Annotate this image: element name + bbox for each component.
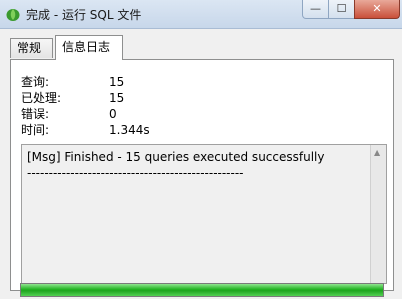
info-log-panel: 查询: 15 已处理: 15 错误: 0 时间: 1.344s [Msg] Fi… [10,59,394,291]
minimize-button[interactable]: — [302,0,329,19]
log-text: [Msg] Finished - 15 queries executed suc… [27,150,325,180]
close-button[interactable]: ✕ [354,0,400,19]
log-scrollbar[interactable]: ▲ [370,145,386,283]
processed-label: 已处理: [21,91,62,105]
time-label: 时间: [21,123,50,137]
maximize-button[interactable]: ☐ [328,0,355,19]
log-message-box[interactable]: [Msg] Finished - 15 queries executed suc… [21,144,387,284]
tab-general[interactable]: 常规 [10,38,53,58]
errors-value: 0 [109,107,117,121]
progress-bar [20,283,384,297]
tab-info-log[interactable]: 信息日志 [55,35,123,60]
progress-fill [21,284,383,296]
window-title: 完成 - 运行 SQL 文件 [26,8,142,22]
errors-label: 错误: [21,107,50,121]
queries-label: 查询: [21,75,50,89]
navicat-leaf-icon [6,9,20,21]
queries-value: 15 [109,75,125,89]
scroll-up-arrow-icon[interactable]: ▲ [374,148,380,157]
title-bar: 完成 - 运行 SQL 文件 — ☐ ✕ [0,0,402,29]
processed-value: 15 [109,91,125,105]
time-value: 1.344s [109,123,150,137]
